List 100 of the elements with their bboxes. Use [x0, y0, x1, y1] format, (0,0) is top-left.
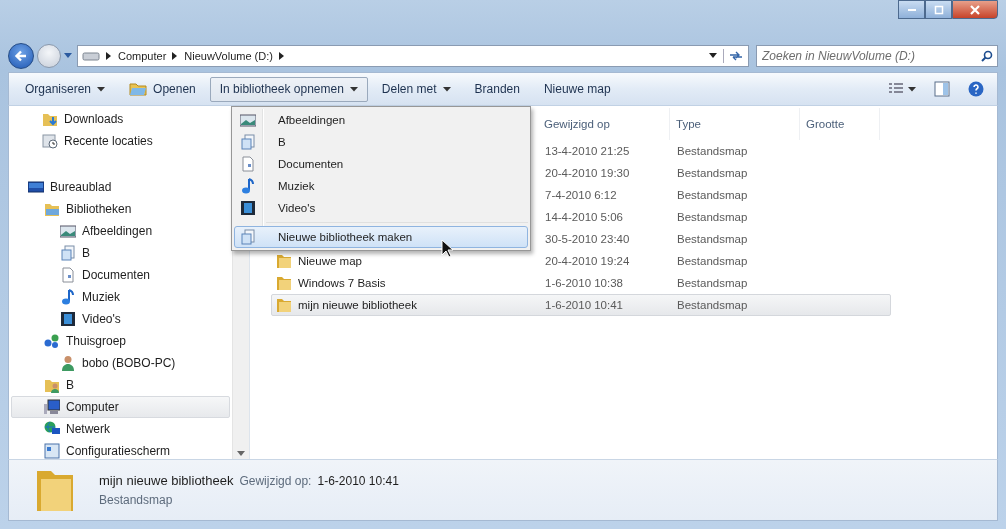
type-cell-text: Bestandsmap — [676, 255, 749, 267]
sidebar-item[interactable]: Recente locaties — [11, 130, 230, 152]
sidebar-item[interactable]: Video's — [11, 308, 230, 330]
maximize-button[interactable] — [925, 0, 952, 19]
date-cell-text: 1-6-2010 10:41 — [544, 299, 624, 311]
document-icon — [60, 267, 76, 283]
date-cell-text: 14-4-2010 5:06 — [544, 211, 624, 223]
address-bar[interactable]: Computer NieuwVolume (D:) — [77, 45, 749, 67]
sidebar-item[interactable]: Documenten — [11, 264, 230, 286]
file-name: Windows 7 Basis — [298, 277, 386, 289]
film-icon — [60, 311, 76, 327]
menu-item[interactable]: Nieuwe bibliotheek maken — [234, 226, 528, 248]
folder-icon — [276, 297, 292, 313]
details-name: mijn nieuwe bibliotheek — [99, 473, 234, 488]
file-row[interactable]: Nieuwe map 20-4-2010 19:24 Bestandsmap — [271, 250, 891, 272]
chevron-icon[interactable] — [106, 52, 112, 60]
refresh-icon[interactable] — [723, 49, 744, 63]
music-note-icon — [60, 289, 76, 305]
toolbar-button[interactable]: Branden — [464, 76, 530, 102]
sidebar-item[interactable]: Computer — [11, 396, 230, 418]
toolbar-button[interactable]: Delen met — [371, 76, 461, 102]
date-cell-text: 1-6-2010 10:38 — [544, 277, 624, 289]
control-panel-icon — [44, 443, 60, 459]
caret-icon — [908, 86, 916, 92]
preview-pane-icon — [934, 81, 950, 97]
music-note-icon — [240, 178, 256, 194]
toolbar-button[interactable]: Openen — [119, 76, 206, 102]
maximize-icon — [933, 4, 944, 15]
sidebar-item[interactable]: Thuisgroep — [11, 330, 230, 352]
back-arrow-icon — [13, 48, 29, 64]
library-icon — [60, 245, 76, 261]
breadcrumb[interactable]: NieuwVolume (D:) — [184, 50, 273, 62]
file-name: Nieuwe map — [298, 255, 362, 267]
document-icon — [240, 156, 256, 172]
details-value: 1-6-2010 10:41 — [317, 474, 399, 488]
column-header[interactable]: Type — [670, 108, 800, 140]
library-icon — [240, 134, 256, 150]
caret-icon — [442, 86, 451, 92]
homegroup-icon — [44, 333, 60, 349]
toolbar-button[interactable]: Organiseren — [15, 76, 116, 102]
sidebar-item[interactable]: B — [11, 374, 230, 396]
menu-item[interactable]: Video's — [234, 197, 528, 219]
sidebar-item[interactable]: Afbeeldingen — [11, 220, 230, 242]
type-cell-text: Bestandsmap — [676, 189, 749, 201]
network-icon — [44, 421, 60, 437]
chevron-icon[interactable] — [172, 52, 179, 60]
minimize-button[interactable] — [898, 0, 925, 19]
help-icon — [968, 81, 984, 97]
sidebar-item[interactable]: bobo (BOBO-PC) — [11, 352, 230, 374]
minimize-icon — [907, 8, 916, 11]
folder-icon — [129, 82, 148, 96]
scroll-down-arrow-icon[interactable] — [237, 451, 245, 456]
library-icon — [240, 229, 256, 245]
date-cell-text: 30-5-2010 23:40 — [544, 233, 631, 245]
sidebar-item[interactable]: Muziek — [11, 286, 230, 308]
column-header[interactable]: Gewijzigd op — [538, 108, 670, 140]
picture-icon — [60, 223, 76, 239]
sidebar-item[interactable]: Downloads — [11, 108, 230, 130]
type-cell-text: Bestandsmap — [676, 299, 749, 311]
type-cell-text: Bestandsmap — [676, 145, 749, 157]
menu-item[interactable]: B — [234, 131, 528, 153]
folder-icon — [276, 275, 292, 291]
selected-row[interactable]: mijn nieuwe bibliotheek 1-6-2010 10:41 Bestandsmap — [271, 294, 891, 316]
date-cell-text: 20-4-2010 19:24 — [544, 255, 631, 267]
file-name: mijn nieuwe bibliotheek — [298, 299, 417, 311]
folder-icon — [276, 253, 292, 269]
sidebar-item[interactable]: Bureaublad — [11, 176, 230, 198]
search-icon — [981, 50, 993, 62]
menu-item[interactable]: Afbeeldingen — [234, 109, 528, 131]
type-cell-text: Bestandsmap — [676, 277, 749, 289]
toolbar-button[interactable]: Nieuwe map — [533, 76, 621, 102]
sidebar-item[interactable]: Netwerk — [11, 418, 230, 440]
film-icon — [240, 200, 256, 216]
sidebar-item[interactable]: Bibliotheken — [11, 198, 230, 220]
chevron-icon[interactable] — [278, 52, 285, 60]
desktop-icon — [28, 179, 44, 195]
picture-icon — [240, 112, 256, 128]
sidebar-item[interactable]: B — [11, 242, 230, 264]
back-button[interactable] — [8, 43, 34, 69]
close-button[interactable] — [952, 0, 998, 19]
caret-icon — [349, 86, 358, 92]
file-row[interactable]: Windows 7 Basis 1-6-2010 10:38 Bestandsmap — [271, 272, 891, 294]
caret-icon — [97, 86, 106, 92]
details-label: Gewijzigd op: — [239, 474, 312, 488]
type-cell-text: Bestandsmap — [676, 211, 749, 223]
toolbar-button[interactable]: In bibliotheek opnemen — [209, 76, 368, 102]
mouse-pointer-icon — [441, 239, 455, 259]
person-icon — [60, 355, 76, 371]
caret-icon[interactable] — [709, 53, 717, 59]
computer-icon — [44, 399, 60, 415]
type-cell-text: Bestandsmap — [676, 167, 749, 179]
library-folder-icon — [44, 201, 60, 217]
search-field[interactable]: Zoeken in NieuwVolume (D:) — [756, 45, 998, 67]
type-cell-text: Bestandsmap — [676, 233, 749, 245]
menu-item[interactable]: Documenten — [234, 153, 528, 175]
menu-item[interactable]: Muziek — [234, 175, 528, 197]
column-header[interactable]: Grootte — [800, 108, 880, 140]
sidebar-item[interactable]: Configuratiescherm — [11, 440, 230, 459]
breadcrumb[interactable]: Computer — [118, 50, 167, 62]
date-cell-text: 20-4-2010 19:30 — [544, 167, 631, 179]
